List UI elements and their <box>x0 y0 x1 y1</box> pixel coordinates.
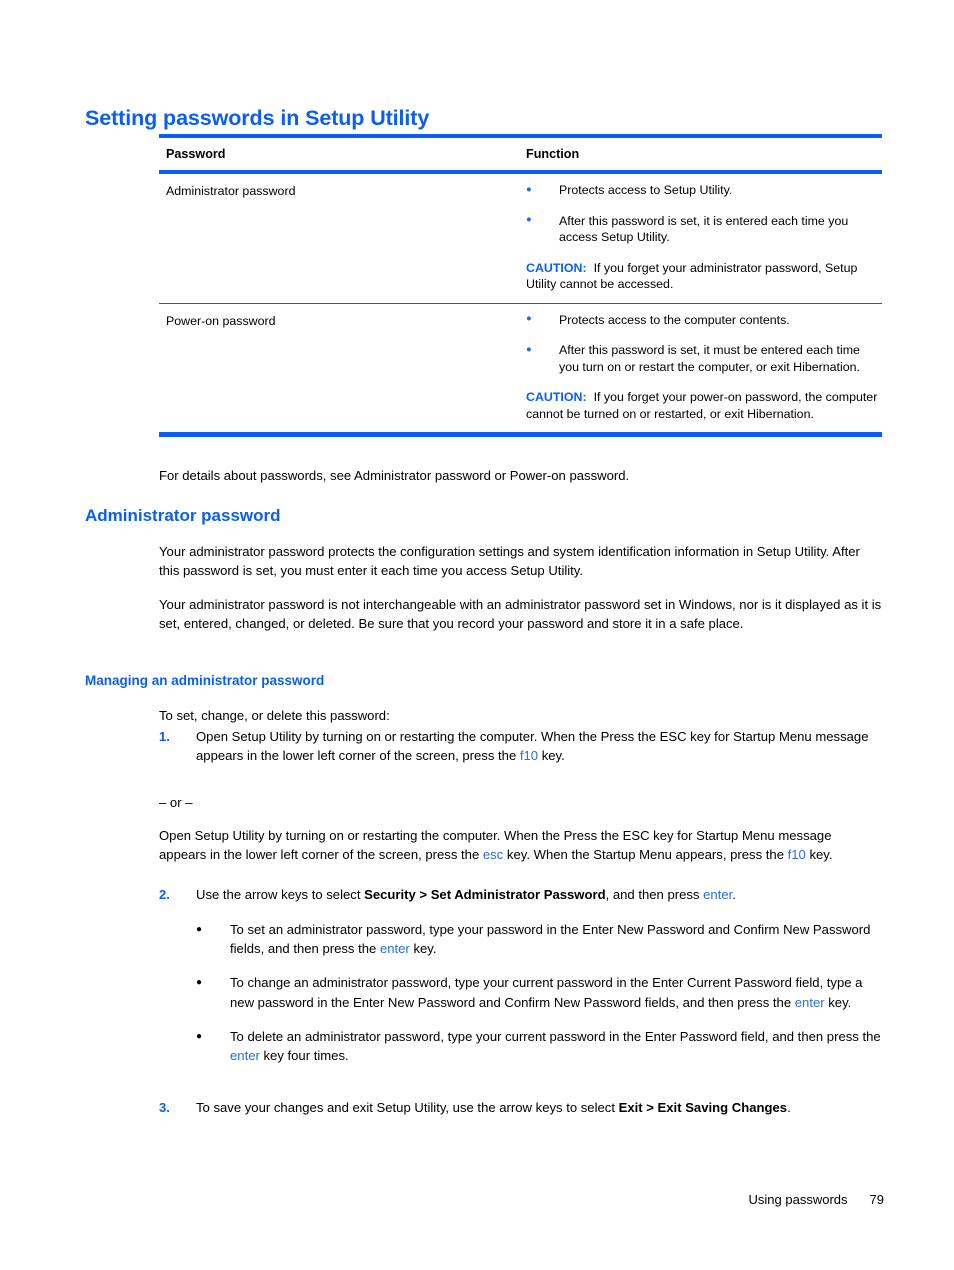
list-item: To set an administrator password, type y… <box>196 920 882 958</box>
step-number: 2. <box>159 887 170 902</box>
step-1-text-after-key: key. <box>538 748 565 764</box>
table-cell-password-name: Power-on password <box>159 304 526 433</box>
menu-path-exit-exit-saving-changes: Exit > Exit Saving Changes <box>618 1100 788 1115</box>
intro-paragraph: For details about passwords, see Adminis… <box>159 468 630 484</box>
caution-note: CAUTION: If you forget your power-on pass… <box>526 389 880 422</box>
page-number: 79 <box>869 1192 884 1207</box>
table-bottom-rule <box>159 432 882 437</box>
table-cell-function: Protects access to the computer contents… <box>526 304 882 433</box>
password-table: Password Function Administrator password… <box>159 134 882 437</box>
bullet-1-part-2: key. <box>409 941 437 957</box>
table-row: Administrator password Protects access t… <box>159 174 882 303</box>
caution-label: CAUTION: <box>526 260 587 275</box>
key-f10: f10 <box>519 748 539 764</box>
table-cell-function: Protects access to Setup Utility. After … <box>526 174 882 303</box>
bullet-2-part-2: key. <box>824 994 852 1010</box>
step-3-part-2: . <box>787 1100 791 1115</box>
admin-paragraph-1: Your administrator password protects the… <box>159 544 860 579</box>
list-item: Protects access to the computer contents… <box>526 310 880 329</box>
function-bullet-list: Protects access to Setup Utility. After … <box>526 181 880 246</box>
table-header-row: Password Function <box>159 138 882 170</box>
list-item: To change an administrator password, typ… <box>196 973 882 1011</box>
step-number: 3. <box>159 1100 170 1115</box>
step-2-sub-bullet-list: To set an administrator password, type y… <box>196 920 882 1080</box>
list-item: After this password is set, it must be e… <box>526 341 880 375</box>
step-2-part-3: . <box>732 887 736 902</box>
key-enter: enter <box>379 941 410 957</box>
bullet-1-part-1: To set an administrator password, type y… <box>230 922 871 957</box>
table-cell-password-name: Administrator password <box>159 174 526 303</box>
admin-paragraph-2: Your administrator password is not inter… <box>159 597 882 632</box>
footer-section-label: Using passwords <box>748 1192 848 1207</box>
list-item: After this password is set, it is entere… <box>526 211 880 246</box>
section-heading-administrator-password: Administrator password <box>85 506 281 526</box>
caution-label: CAUTION: <box>526 390 587 404</box>
function-bullet-list: Protects access to the computer contents… <box>526 310 880 376</box>
list-item: To delete an administrator password, typ… <box>196 1027 882 1065</box>
page-title: Setting passwords in Setup Utility <box>85 106 430 131</box>
list-item: Protects access to Setup Utility. <box>526 181 880 199</box>
administrator-password-label: Administrator password <box>166 184 296 198</box>
page-footer: Using passwords 79 <box>0 1192 954 1207</box>
bullet-2-part-1: To change an administrator password, typ… <box>230 975 863 1010</box>
step-3-part-1: To save your changes and exit Setup Util… <box>196 1100 619 1115</box>
or-divider: – or – <box>159 795 193 811</box>
alt-part-2: key. When the Startup Menu appears, pres… <box>503 847 788 863</box>
column-header-password: Password <box>166 147 226 161</box>
table-header-cell-function: Function <box>526 138 882 170</box>
key-enter: enter <box>703 887 733 902</box>
bullet-3-part-2: key four times. <box>259 1048 349 1064</box>
to-set-change-delete-line: To set, change, or delete this password: <box>159 708 390 724</box>
step-number: 1. <box>159 729 170 744</box>
column-header-function: Function <box>526 147 580 161</box>
table-row: Power-on password Protects access to the… <box>159 304 882 433</box>
step-1: 1. Open Setup Utility by turning on or re… <box>159 727 882 765</box>
step-2-part-2: , and then press <box>605 887 704 902</box>
step-3: 3. To save your changes and exit Setup Ut… <box>159 1098 882 1117</box>
key-enter: enter <box>794 994 825 1010</box>
caution-note: CAUTION: If you forget your administrator… <box>526 260 880 293</box>
power-on-password-label: Power-on password <box>166 313 276 328</box>
key-esc: esc <box>482 847 504 863</box>
step-2-part-1: Use the arrow keys to select <box>196 887 365 902</box>
step-2: 2. Use the arrow keys to select Security … <box>159 885 882 904</box>
alternate-step-paragraph: Open Setup Utility by turning on or rest… <box>159 826 882 864</box>
subsection-heading-managing-administrator-password: Managing an administrator password <box>85 672 325 688</box>
document-page: Setting passwords in Setup Utility Passw… <box>0 0 954 1270</box>
key-f10: f10 <box>787 847 806 863</box>
alt-part-3: key. <box>805 847 833 863</box>
menu-path-security-set-administrator-password: Security > Set Administrator Password <box>364 887 606 902</box>
bullet-3-part-1: To delete an administrator password, typ… <box>230 1028 881 1044</box>
table-header-cell-password: Password <box>159 138 526 170</box>
key-enter: enter <box>230 1048 260 1064</box>
